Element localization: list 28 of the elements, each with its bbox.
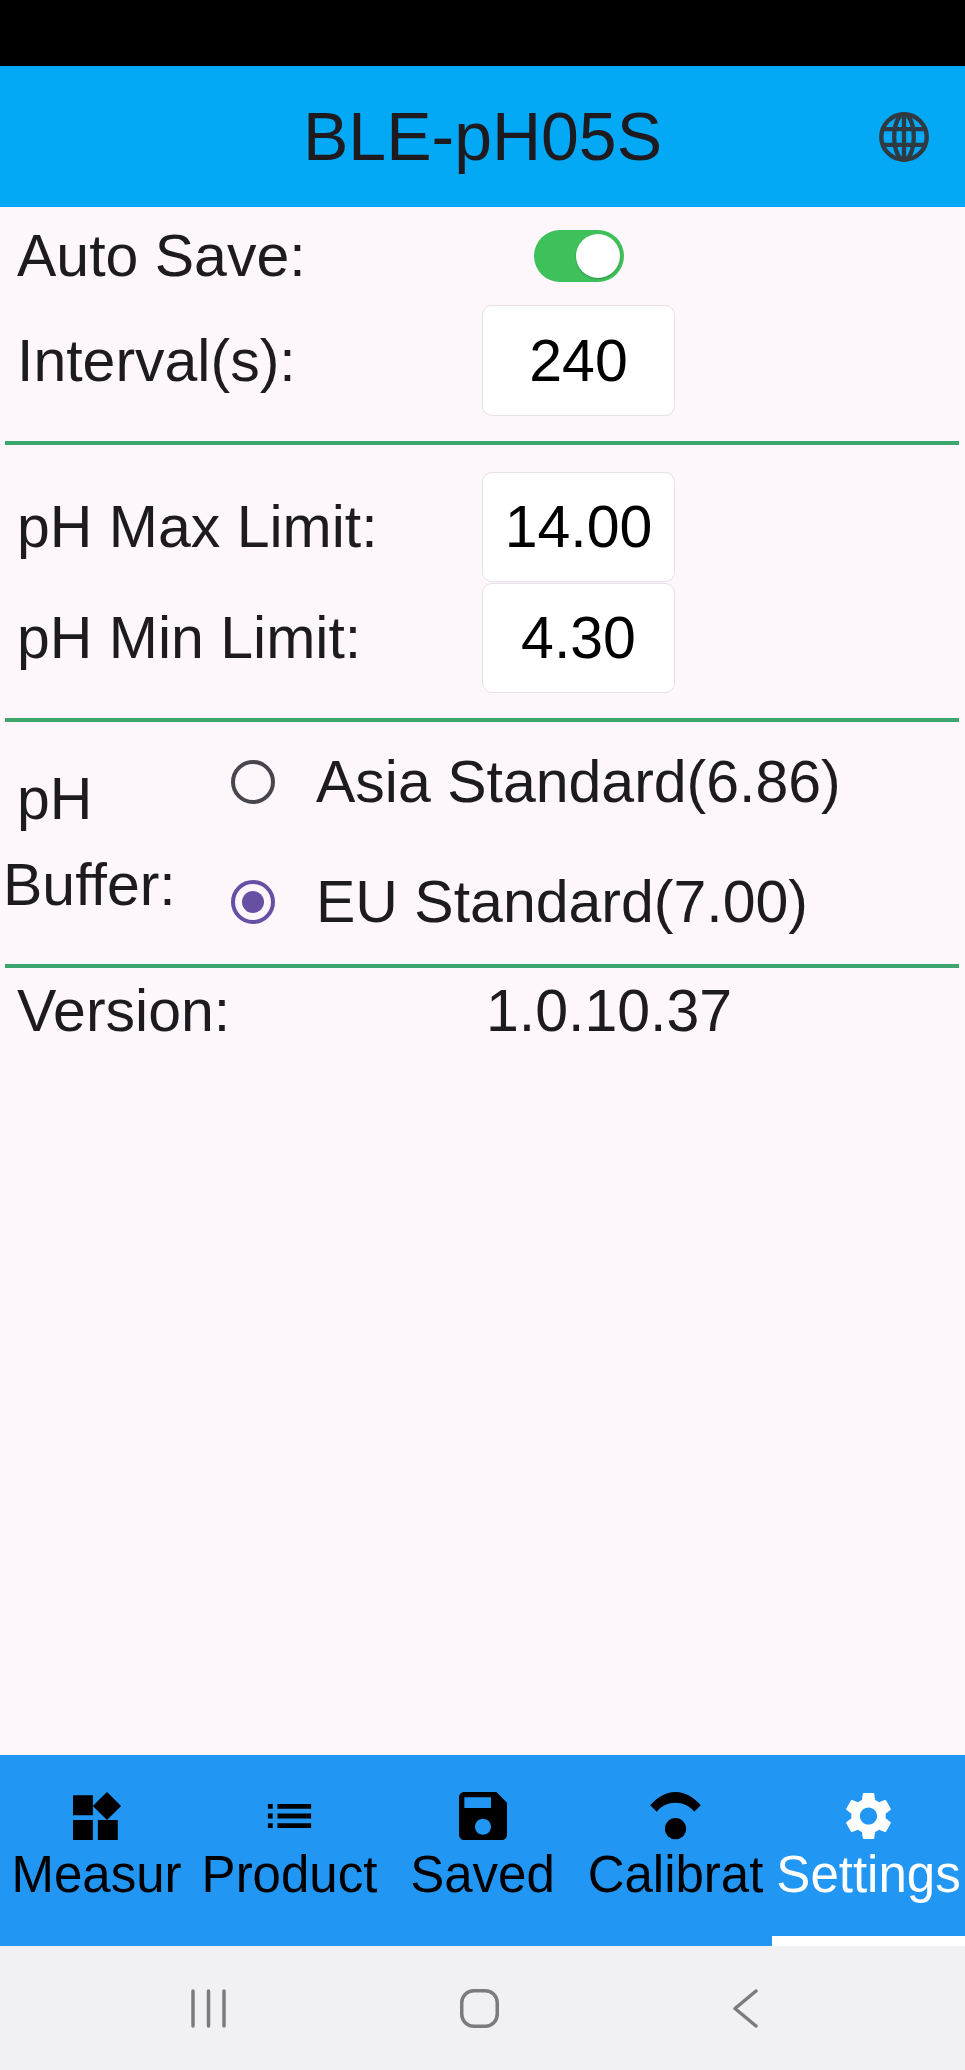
auto-save-label: Auto Save:	[17, 222, 306, 291]
buffer-label: pH	[17, 765, 93, 834]
interval-label: Interval(s):	[17, 326, 296, 396]
interval-field[interactable]: 240	[482, 305, 675, 416]
nav-tab[interactable]: Product	[193, 1755, 386, 1946]
settings-icon	[846, 1792, 891, 1840]
back-icon[interactable]	[733, 1988, 758, 2028]
radio-label[interactable]: EU Standard(7.00)	[316, 867, 808, 937]
buffer-label: Buffer:	[3, 851, 176, 920]
home-icon[interactable]	[460, 1988, 499, 2028]
nav-tab[interactable]: Calibrat	[579, 1755, 772, 1946]
radio-button[interactable]	[231, 760, 275, 804]
version-label: Version:	[17, 977, 231, 1046]
version-value: 1.0.10.37	[486, 977, 733, 1046]
min-limit-label: pH Min Limit:	[17, 604, 362, 673]
nav-tab[interactable]: Saved	[386, 1755, 579, 1946]
app-title: BLE-pH05S	[302, 97, 663, 176]
min-limit-field[interactable]: 4.30	[482, 583, 675, 693]
radio-label[interactable]: Asia Standard(6.86)	[316, 747, 841, 817]
radio-button[interactable]	[231, 880, 275, 924]
auto-save-switch[interactable]	[533, 230, 624, 282]
recent-apps-icon[interactable]	[191, 1988, 226, 2028]
globe-icon[interactable]	[879, 111, 929, 162]
max-limit-label: pH Max Limit:	[17, 493, 378, 562]
wifi-icon	[650, 1792, 701, 1840]
max-limit-field[interactable]: 14.00	[482, 472, 675, 582]
nav-tab[interactable]: Measur	[0, 1755, 193, 1946]
blocks-icon	[71, 1792, 122, 1840]
